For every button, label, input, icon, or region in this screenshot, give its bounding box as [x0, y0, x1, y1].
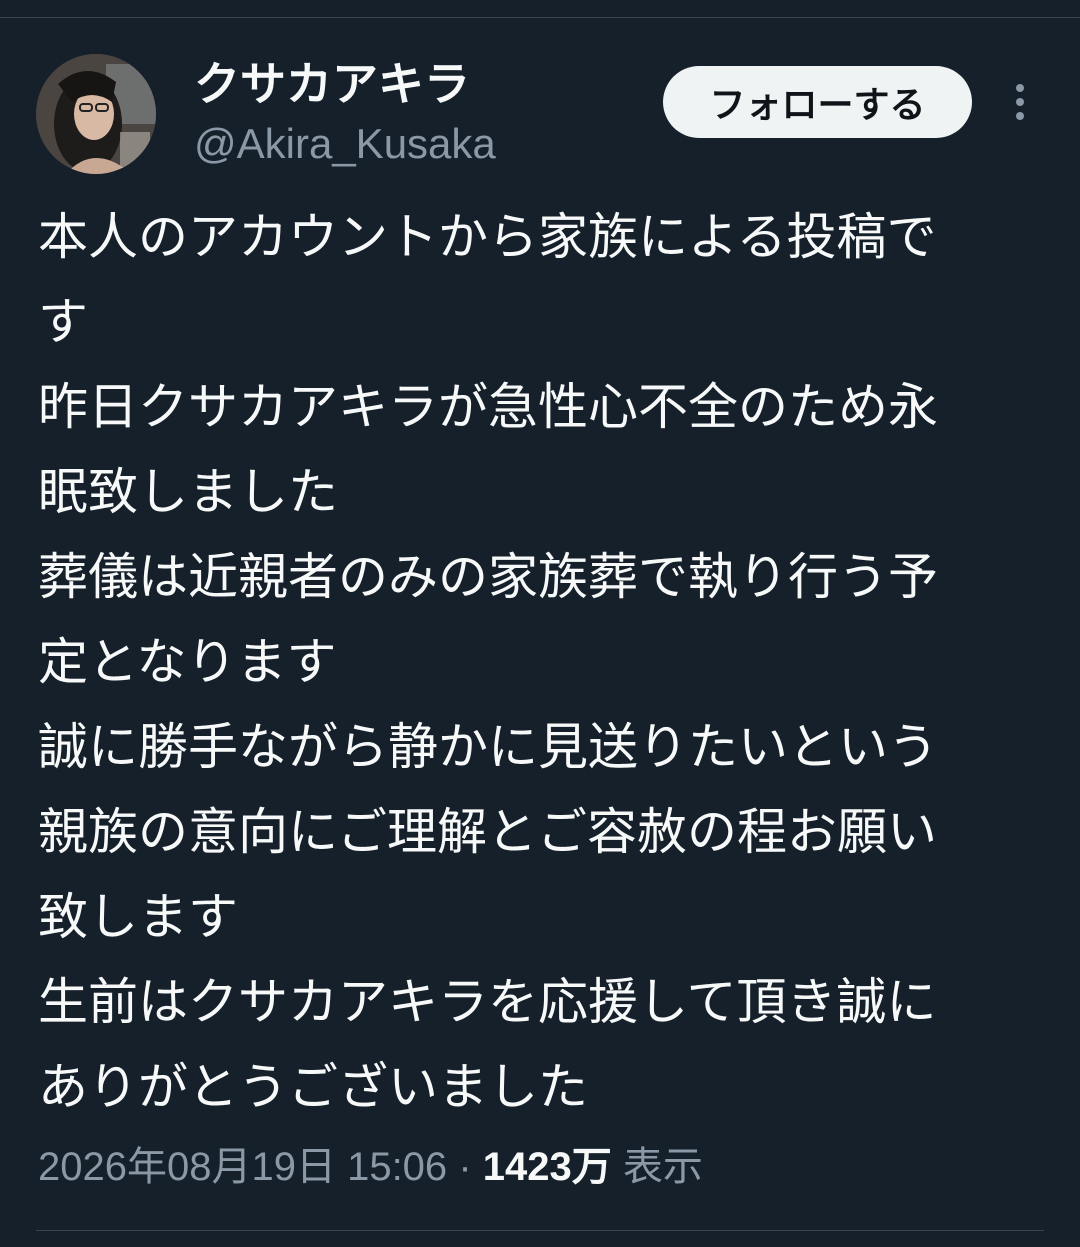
- bottom-divider: [36, 1230, 1044, 1231]
- meta-separator: ·: [458, 1145, 472, 1189]
- display-name[interactable]: クサカアキラ: [194, 56, 496, 112]
- timestamp[interactable]: 2026年08月19日 15:06: [38, 1145, 447, 1189]
- tweet-line: 本人のアカウントから家族による投稿で: [38, 208, 937, 266]
- user-handle[interactable]: @Akira_Kusaka: [194, 118, 496, 170]
- tweet-header: クサカアキラ @Akira_Kusaka フォローする: [36, 54, 1044, 174]
- more-vertical-icon[interactable]: [1002, 78, 1038, 126]
- tweet-line: 葬儀は近親者のみの家族葬で執り行う予: [38, 548, 938, 606]
- avatar[interactable]: [36, 54, 156, 174]
- more-dot: [1016, 98, 1024, 106]
- tweet-line: 昨日クサカアキラが急性心不全のため永: [38, 378, 938, 436]
- top-divider: [0, 17, 1080, 18]
- tweet-line: 眠致しました: [38, 463, 338, 521]
- user-names: クサカアキラ @Akira_Kusaka: [194, 56, 496, 170]
- tweet-line: ありがとうございました: [38, 1058, 588, 1116]
- avatar-image: [36, 54, 156, 174]
- tweet-line: 生前はクサカアキラを応援して頂き誠に: [38, 973, 937, 1031]
- tweet-line: 誠に勝手ながら静かに見送りたいという: [38, 718, 938, 776]
- views-count: 1423万: [482, 1145, 612, 1189]
- tweet-line: す: [38, 293, 88, 351]
- tweet-line: 親族の意向にご理解とご容赦の程お願い: [38, 803, 937, 861]
- more-dot: [1016, 84, 1024, 92]
- tweet-line: 定となります: [38, 633, 337, 691]
- tweet-line: 致します: [38, 888, 238, 946]
- follow-button[interactable]: フォローする: [663, 66, 972, 138]
- views-label: 表示: [622, 1145, 703, 1189]
- more-dot: [1016, 112, 1024, 120]
- tweet-meta: 2026年08月19日 15:06 · 1423万 表示: [38, 1140, 703, 1194]
- tweet-text: 本人のアカウントから家族による投稿で す 昨日クサカアキラが急性心不全のため永 …: [38, 195, 1048, 1130]
